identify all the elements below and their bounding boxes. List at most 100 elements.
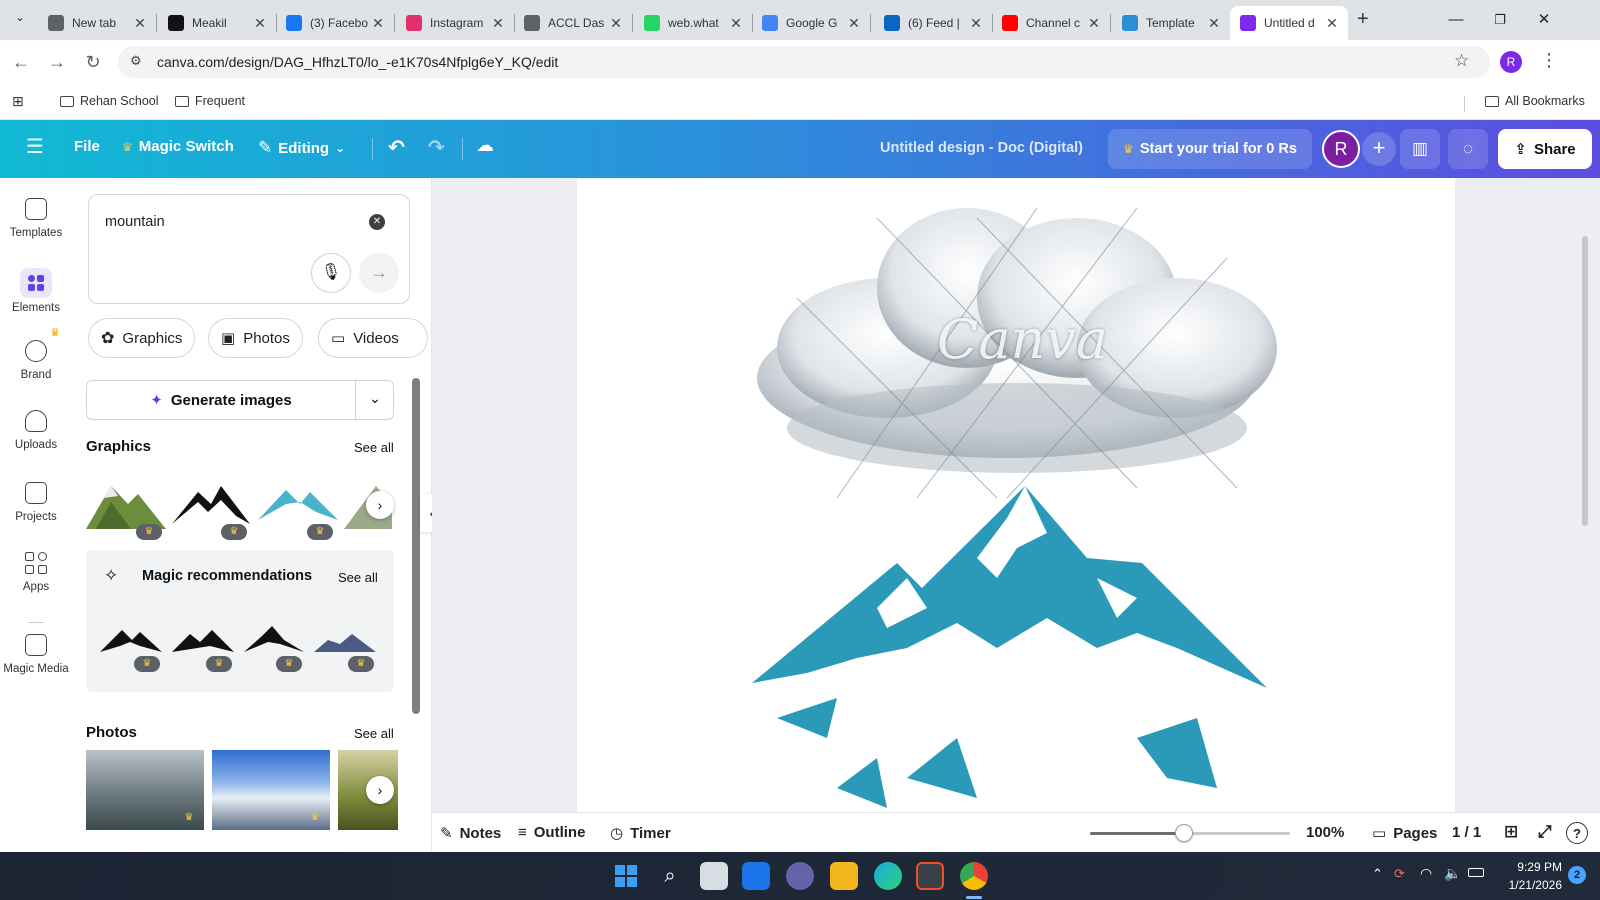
- close-tab-icon[interactable]: ✕: [1206, 15, 1222, 32]
- insights-chart-icon[interactable]: ▥: [1400, 129, 1440, 169]
- bookmark-frequent[interactable]: Frequent: [175, 94, 245, 108]
- hamburger-menu-icon[interactable]: ☰: [26, 134, 44, 159]
- close-tab-icon[interactable]: ✕: [608, 15, 624, 32]
- close-tab-icon[interactable]: ✕: [370, 15, 386, 32]
- back-icon[interactable]: ←: [10, 52, 32, 73]
- undo-icon[interactable]: ↶: [388, 135, 405, 160]
- close-tab-icon[interactable]: ✕: [252, 15, 268, 32]
- magic-switch-button[interactable]: ♛ Magic Switch: [122, 138, 234, 155]
- close-tab-icon[interactable]: ✕: [490, 15, 506, 32]
- search-input[interactable]: mountain: [105, 214, 165, 230]
- workspace-scrollbar[interactable]: [1582, 236, 1588, 526]
- help-icon[interactable]: ?: [1566, 822, 1588, 844]
- battery-icon[interactable]: [1468, 868, 1484, 877]
- rail-templates[interactable]: Templates: [0, 198, 72, 239]
- zoom-level[interactable]: 100%: [1306, 824, 1344, 841]
- user-avatar[interactable]: R: [1322, 130, 1360, 168]
- widgets-icon[interactable]: [742, 862, 770, 890]
- close-tab-icon[interactable]: ✕: [1324, 15, 1340, 32]
- chip-photos[interactable]: ▣ Photos: [208, 318, 303, 358]
- timer-button[interactable]: ◷ Timer: [610, 824, 671, 843]
- all-bookmarks-button[interactable]: All Bookmarks: [1485, 94, 1585, 108]
- edge-icon[interactable]: [874, 862, 902, 890]
- browser-tab[interactable]: Meakil ✕: [158, 6, 276, 40]
- rail-uploads[interactable]: Uploads: [0, 410, 72, 451]
- rail-apps[interactable]: Apps: [0, 552, 72, 593]
- volume-icon[interactable]: 🔈: [1444, 865, 1461, 882]
- design-page[interactable]: Canva: [577, 178, 1455, 812]
- browser-tab[interactable]: New tab ✕: [38, 6, 156, 40]
- close-window-icon[interactable]: ✕: [1524, 8, 1564, 32]
- chevron-right-icon[interactable]: ›: [366, 776, 394, 804]
- editing-mode-button[interactable]: ✎ Editing ⌄: [258, 138, 345, 158]
- minimize-icon[interactable]: —: [1436, 8, 1476, 32]
- site-info-icon[interactable]: ⚙: [130, 53, 142, 69]
- share-button[interactable]: ⇪ Share: [1498, 129, 1592, 169]
- close-tab-icon[interactable]: ✕: [132, 15, 148, 32]
- outline-button[interactable]: ≡ Outline: [518, 824, 585, 841]
- clock-date[interactable]: 1/21/2026: [1490, 878, 1562, 892]
- show-hidden-icons[interactable]: ⌃: [1372, 866, 1383, 882]
- photos-see-all[interactable]: See all: [354, 726, 394, 741]
- scrollbar-thumb[interactable]: [412, 378, 420, 714]
- document-title[interactable]: Untitled design - Doc (Digital): [880, 140, 1083, 156]
- wifi-icon[interactable]: ◠: [1420, 865, 1432, 882]
- apps-grid-icon[interactable]: ⊞: [12, 93, 24, 110]
- rail-elements[interactable]: Elements: [0, 268, 72, 314]
- add-collaborator-icon[interactable]: +: [1362, 132, 1396, 166]
- browser-tab[interactable]: Template ✕: [1112, 6, 1230, 40]
- windows-start-icon[interactable]: [612, 862, 640, 890]
- magic-see-all[interactable]: See all: [338, 570, 378, 585]
- generate-images-button[interactable]: ✦ Generate images: [87, 381, 355, 419]
- notification-badge[interactable]: 2: [1568, 866, 1586, 884]
- browser-tab[interactable]: web.what ✕: [634, 6, 752, 40]
- chevron-down-icon[interactable]: ⌄: [357, 390, 393, 407]
- chrome-taskbar-icon[interactable]: [960, 862, 988, 890]
- file-explorer-icon[interactable]: [830, 862, 858, 890]
- bookmark-rehan-school[interactable]: Rehan School: [60, 94, 159, 108]
- zoom-slider[interactable]: [1090, 824, 1290, 842]
- redo-icon[interactable]: ↷: [428, 135, 445, 160]
- submit-search-icon[interactable]: →: [359, 253, 399, 293]
- mountain-graphic[interactable]: [752, 486, 1267, 808]
- rail-brand[interactable]: Brand: [0, 340, 72, 381]
- browser-tab[interactable]: Google G ✕: [752, 6, 870, 40]
- close-tab-icon[interactable]: ✕: [1086, 15, 1102, 32]
- address-bar[interactable]: ⚙ canva.com/design/DAG_HfhzLT0/lo_-e1K70…: [118, 46, 1490, 78]
- clock-time[interactable]: 9:29 PM: [1500, 860, 1562, 874]
- tab-search-icon[interactable]: ⌄: [10, 10, 30, 24]
- task-view-icon[interactable]: [700, 862, 728, 890]
- close-tab-icon[interactable]: ✕: [728, 15, 744, 32]
- browser-tab[interactable]: (3) Facebo ✕: [276, 6, 394, 40]
- voice-search-icon[interactable]: 🎙: [311, 253, 351, 293]
- teams-icon[interactable]: [786, 862, 814, 890]
- chip-graphics[interactable]: ✿ Graphics: [88, 318, 196, 358]
- pages-button[interactable]: ▭ Pages: [1372, 824, 1437, 843]
- browser-tab[interactable]: Instagram ✕: [396, 6, 514, 40]
- rail-projects[interactable]: Projects: [0, 482, 72, 523]
- profile-avatar[interactable]: R: [1500, 51, 1522, 73]
- rail-magic-media[interactable]: Magic Media: [0, 634, 72, 675]
- search-icon[interactable]: ⌕: [656, 862, 684, 890]
- browser-menu-icon[interactable]: ⋮: [1540, 50, 1558, 71]
- restore-icon[interactable]: ❐: [1480, 8, 1520, 32]
- cloud-saved-icon[interactable]: ☁: [476, 135, 494, 156]
- file-menu-button[interactable]: File: [74, 138, 100, 155]
- comment-icon[interactable]: ◌: [1448, 129, 1488, 169]
- grid-view-icon[interactable]: ⊞: [1504, 822, 1518, 842]
- browser-tab[interactable]: (6) Feed | ✕: [874, 6, 992, 40]
- store-icon[interactable]: [916, 862, 944, 890]
- zoom-slider-thumb[interactable]: [1175, 824, 1193, 842]
- notes-button[interactable]: ✎ Notes: [440, 824, 501, 843]
- browser-tab[interactable]: Untitled d ✕: [1230, 6, 1348, 40]
- bookmark-star-icon[interactable]: ☆: [1454, 51, 1469, 71]
- graphics-see-all[interactable]: See all: [354, 440, 394, 455]
- new-tab-button[interactable]: +: [1357, 8, 1369, 31]
- browser-tab[interactable]: Channel c ✕: [992, 6, 1110, 40]
- close-tab-icon[interactable]: ✕: [846, 15, 862, 32]
- panel-scrollbar[interactable]: [412, 366, 420, 828]
- forward-icon[interactable]: →: [46, 52, 68, 73]
- search-box[interactable]: mountain ✕ 🎙 →: [88, 194, 410, 304]
- start-trial-button[interactable]: ♛ Start your trial for 0 Rs: [1108, 129, 1312, 169]
- clear-search-icon[interactable]: ✕: [369, 214, 385, 230]
